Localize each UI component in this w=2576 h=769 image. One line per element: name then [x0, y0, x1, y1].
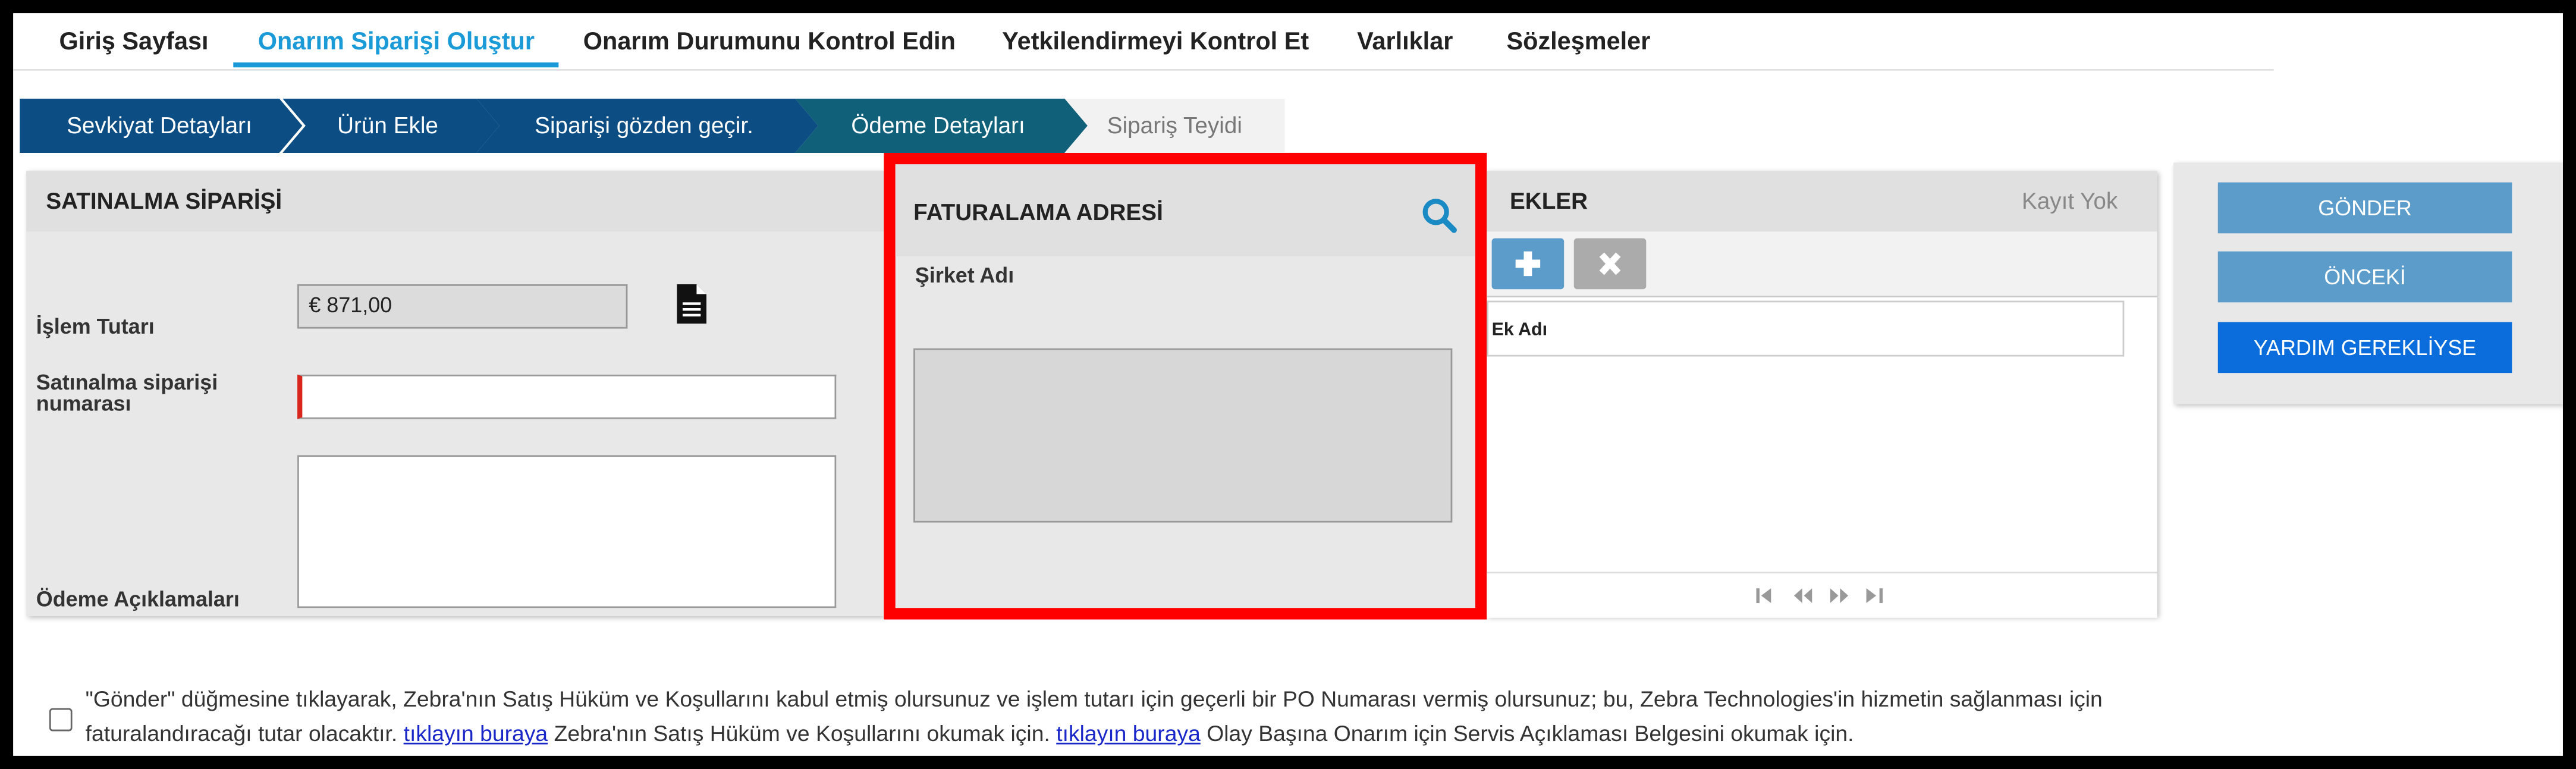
attachments-toolbar: [1487, 231, 2157, 298]
purchase-order-title: SATINALMA SİPARİŞİ: [26, 171, 884, 232]
step-label: Ürün Ekle: [337, 111, 438, 139]
step-label: Siparişi gözden geçir.: [535, 111, 753, 139]
po-number-label: Satınalma siparişi numarası: [36, 369, 218, 416]
attachments-title-text: EKLER: [1510, 187, 1588, 214]
step-review-order[interactable]: Siparişi gözden geçir.: [476, 98, 818, 153]
step-order-confirmation[interactable]: Sipariş Teyidi: [1064, 98, 1285, 153]
step-payment-details[interactable]: Ödeme Detayları: [795, 98, 1088, 153]
po-number-input[interactable]: [297, 374, 837, 419]
help-button[interactable]: YARDIM GEREKLİYSE: [2217, 322, 2512, 373]
attachments-pager: [1487, 572, 2157, 618]
attachments-table-header: Ek Adı: [1487, 300, 2125, 357]
terms-text-part: Olay Başına Onarım için Servis Açıklamas…: [1207, 721, 1854, 746]
terms-text-part: Zebra'nın Satış Hüküm ve Koşullarını oku…: [554, 721, 1050, 746]
nav-check-repair-status[interactable]: Onarım Durumunu Kontrol Edin: [583, 28, 956, 56]
service-description-link[interactable]: tıklayın buraya: [1056, 721, 1201, 746]
plus-icon: [1515, 251, 1541, 277]
nav-create-repair-order[interactable]: Onarım Siparişi Oluştur: [258, 28, 535, 56]
accept-terms-checkbox[interactable]: [49, 708, 73, 732]
document-icon[interactable]: [677, 284, 707, 324]
payment-notes-label: Ödeme Açıklamaları: [36, 586, 240, 611]
step-shipping-details[interactable]: Sevkiyat Detayları: [20, 98, 303, 153]
terms-text: "Gönder" düğmesine tıklayarak, Zebra'nın…: [86, 682, 2172, 751]
column-header-attachment-name: Ek Adı: [1491, 320, 1548, 340]
attachments-record-status: Kayıt Yok: [2021, 187, 2118, 214]
billing-address-panel: FATURALAMA ADRESİ Şirket Adı: [884, 152, 1487, 620]
nav-assets[interactable]: Varlıklar: [1357, 28, 1453, 56]
submit-button[interactable]: GÖNDER: [2217, 182, 2512, 234]
payment-notes-textarea[interactable]: [297, 455, 837, 608]
step-label: Sevkiyat Detayları: [67, 111, 252, 139]
page-frame: Giriş Sayfası Onarım Siparişi Oluştur On…: [13, 13, 2563, 756]
billing-address-title: FATURALAMA ADRESİ: [913, 199, 1163, 225]
nav-home[interactable]: Giriş Sayfası: [59, 28, 208, 56]
attachments-panel: EKLER Kayıt Yok Ek Adı: [1487, 171, 2157, 618]
top-nav: Giriş Sayfası Onarım Siparişi Oluştur On…: [13, 13, 2274, 71]
next-page-icon[interactable]: [1830, 588, 1849, 603]
active-tab-underline: [233, 62, 559, 68]
step-label: Sipariş Teyidi: [1107, 111, 1242, 139]
transaction-amount-field: € 871,00: [297, 284, 628, 329]
delete-attachment-button[interactable]: [1573, 238, 1647, 290]
actions-panel: GÖNDER ÖNCEKİ YARDIM GEREKLİYSE: [2173, 162, 2563, 404]
search-icon[interactable]: [1421, 197, 1457, 234]
last-page-icon[interactable]: [1866, 588, 1883, 603]
nav-check-authorization[interactable]: Yetkilendirmeyi Kontrol Et: [1002, 28, 1309, 56]
nav-contracts[interactable]: Sözleşmeler: [1506, 28, 1650, 56]
previous-page-icon[interactable]: [1793, 588, 1812, 603]
add-attachment-button[interactable]: [1491, 238, 1565, 290]
company-name-label: Şirket Adı: [915, 263, 1014, 288]
close-icon: [1599, 252, 1621, 275]
previous-button[interactable]: ÖNCEKİ: [2217, 251, 2512, 303]
step-add-product[interactable]: Ürün Ekle: [282, 98, 500, 153]
terms-of-sale-link[interactable]: tıklayın buraya: [404, 721, 548, 746]
first-page-icon[interactable]: [1756, 588, 1773, 603]
purchase-order-panel: SATINALMA SİPARİŞİ İşlem Tutarı € 871,00…: [26, 171, 884, 617]
step-label: Ödeme Detayları: [851, 111, 1025, 139]
transaction-amount-label: İşlem Tutarı: [36, 313, 155, 339]
billing-address-textarea[interactable]: [913, 348, 1453, 523]
